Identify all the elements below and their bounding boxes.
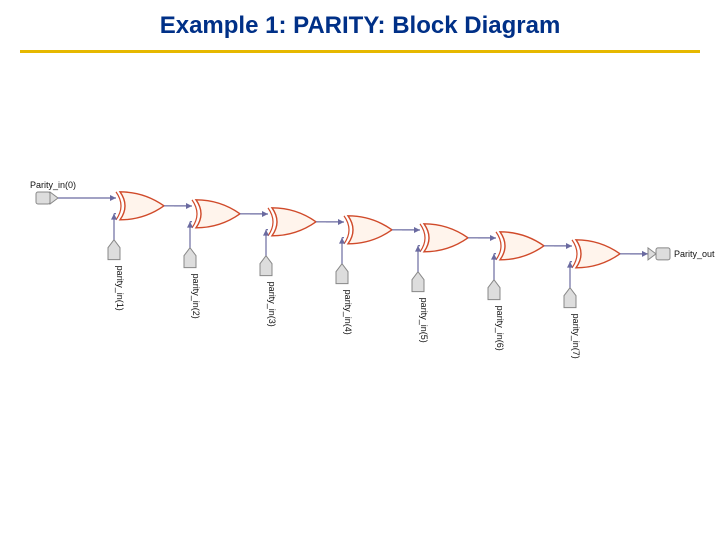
xor-gate-4-backarc	[344, 216, 349, 244]
diagram-canvas: Parity_in(0)parity_in(1)parity_in(2)pari…	[0, 53, 720, 513]
arrowhead	[110, 195, 116, 201]
stage-6-input-port	[488, 280, 500, 300]
arrowhead	[566, 243, 572, 249]
stage-2-input-label: parity_in(2)	[191, 274, 201, 319]
stage-2-input-port	[184, 248, 196, 268]
output-port	[648, 248, 656, 260]
arrowhead	[567, 262, 573, 268]
xor-gate-2	[196, 200, 240, 228]
arrowhead	[263, 230, 269, 236]
arrowhead	[414, 227, 420, 233]
xor-gate-4	[348, 216, 392, 244]
stage-7-input-port	[564, 288, 576, 308]
xor-gate-6-backarc	[496, 232, 501, 260]
xor-gate-5-backarc	[420, 224, 425, 252]
xor-gate-1-backarc	[116, 192, 121, 220]
parity-block-diagram: Parity_in(0)parity_in(1)parity_in(2)pari…	[0, 53, 720, 513]
arrowhead	[490, 235, 496, 241]
arrowhead	[111, 214, 117, 220]
xor-gate-7-backarc	[572, 240, 577, 268]
arrowhead	[187, 222, 193, 228]
xor-gate-1	[120, 192, 164, 220]
page-title: Example 1: PARITY: Block Diagram	[0, 0, 720, 40]
stage-4-input-label: parity_in(4)	[343, 290, 353, 335]
arrowhead	[339, 238, 345, 244]
arrowhead	[491, 254, 497, 260]
arrowhead	[415, 246, 421, 252]
xor-gate-3-backarc	[268, 208, 273, 236]
arrowhead	[186, 203, 192, 209]
stage-4-input-port	[336, 264, 348, 284]
stage-5-input-label: parity_in(5)	[419, 298, 429, 343]
arrowhead	[642, 251, 648, 257]
xor-gate-2-backarc	[192, 200, 197, 228]
stage-3-input-port	[260, 256, 272, 276]
stage-1-input-port	[108, 240, 120, 260]
output-label: Parity_out	[674, 249, 715, 259]
xor-gate-3	[272, 208, 316, 236]
input0-label: Parity_in(0)	[30, 180, 76, 190]
xor-gate-5	[424, 224, 468, 252]
stage-6-input-label: parity_in(6)	[495, 306, 505, 351]
arrowhead	[338, 219, 344, 225]
arrowhead	[262, 211, 268, 217]
stage-5-input-port	[412, 272, 424, 292]
xor-gate-6	[500, 232, 544, 260]
stage-1-input-label: parity_in(1)	[115, 266, 125, 311]
stage-3-input-label: parity_in(3)	[267, 282, 277, 327]
stage-7-input-label: parity_in(7)	[571, 314, 581, 359]
xor-gate-7	[576, 240, 620, 268]
output-port-body	[656, 248, 670, 260]
